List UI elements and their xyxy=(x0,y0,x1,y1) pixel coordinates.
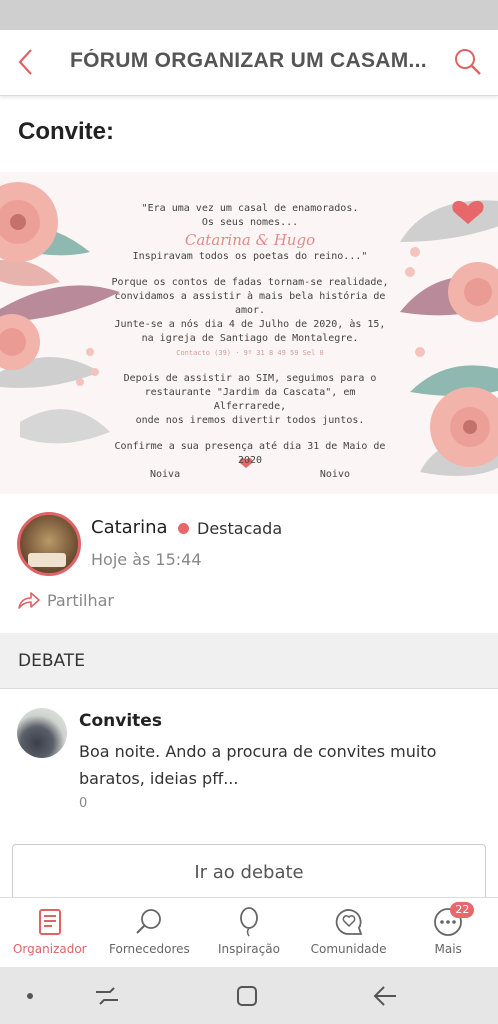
search-icon xyxy=(136,909,162,934)
balloon-icon xyxy=(240,907,258,937)
tab-comunidade[interactable]: Comunidade xyxy=(299,898,399,967)
notebook-icon xyxy=(38,909,61,935)
back-arrow-icon[interactable] xyxy=(370,981,400,1011)
debate-title[interactable]: Convites xyxy=(79,711,162,731)
heart-chat-icon xyxy=(335,909,362,935)
invite-line: onde nos iremos divertir todos juntos. xyxy=(135,415,365,426)
tab-label: Organizador xyxy=(12,942,87,956)
tab-label: Inspiração xyxy=(218,942,280,956)
invitation-image[interactable]: "Era uma vez um casal de enamorados. Os … xyxy=(0,172,498,494)
debate-section-title: DEBATE xyxy=(18,651,85,671)
debate-reply-count: 0 xyxy=(79,796,88,811)
invite-groom: Noivo xyxy=(319,469,350,480)
post-time: Hoje às 15:44 xyxy=(91,550,202,569)
debate-item[interactable]: Convites Boa noite. Ando a procura de co… xyxy=(0,690,498,830)
share-button[interactable]: Partilhar xyxy=(17,590,114,610)
debate-excerpt: Boa noite. Ando a procura de convites mu… xyxy=(79,742,437,788)
couple-names: Catarina & Hugo xyxy=(184,231,316,249)
search-button[interactable] xyxy=(450,44,486,80)
badge-label: Destacada xyxy=(197,519,283,538)
recent-apps-icon[interactable] xyxy=(92,981,122,1011)
back-button[interactable] xyxy=(8,44,44,80)
notification-badge: 22 xyxy=(450,902,475,918)
go-to-debate-button[interactable]: Ir ao debate xyxy=(12,844,486,900)
app-header: FÓRUM ORGANIZAR UM CASAM... xyxy=(0,30,498,96)
avatar xyxy=(17,708,67,758)
invite-line: "Era uma vez um casal de enamorados. xyxy=(141,203,359,214)
avatar[interactable] xyxy=(17,512,81,576)
tab-label: Mais xyxy=(434,942,462,956)
invite-line: na igreja de Santiago de Montalegre. xyxy=(141,333,359,344)
badge-dot-icon xyxy=(178,523,189,534)
invite-line: Porque os contos de fadas tornam-se real… xyxy=(111,277,389,288)
tab-mais[interactable]: 22 Mais xyxy=(398,898,498,967)
tab-fornecedores[interactable]: Fornecedores xyxy=(100,898,200,967)
invitation-text: "Era uma vez um casal de enamorados. Os … xyxy=(110,202,390,482)
invite-line: restaurante "Jardim da Cascata", em Alfe… xyxy=(144,387,356,412)
tab-label: Comunidade xyxy=(310,942,387,956)
search-icon xyxy=(455,49,481,75)
bottom-tab-bar: Organizador Fornecedores Inspiração Comu… xyxy=(0,897,498,967)
status-bar xyxy=(0,0,498,30)
invite-line: convidamos a assistir à mais bela histór… xyxy=(114,291,386,302)
tab-label: Fornecedores xyxy=(109,942,190,956)
share-label: Partilhar xyxy=(47,590,114,610)
page-title: FÓRUM ORGANIZAR UM CASAM... xyxy=(70,49,427,72)
home-icon[interactable] xyxy=(232,981,262,1011)
system-nav-bar xyxy=(0,967,498,1024)
author-name[interactable]: Catarina xyxy=(91,517,168,538)
status-badge: Destacada xyxy=(178,519,282,538)
post-author: Catarina Destacada Hoje às 15:44 xyxy=(0,508,498,588)
share-arrow-icon xyxy=(18,592,40,609)
tab-organizador[interactable]: Organizador xyxy=(0,898,100,967)
invite-line: amor. xyxy=(234,305,266,316)
chevron-left-icon xyxy=(18,49,32,75)
debate-section-header: DEBATE xyxy=(0,633,498,689)
section-title: Convite: xyxy=(18,118,114,145)
invite-line: Depois de assistir ao SIM, seguimos para… xyxy=(123,373,377,384)
tab-inspiracao[interactable]: Inspiração xyxy=(199,898,299,967)
invite-line: Junte-se a nós dia 4 de Julho de 2020, à… xyxy=(114,319,386,330)
invite-bride: Noiva xyxy=(150,469,181,480)
nav-dot-icon[interactable] xyxy=(15,981,45,1011)
invite-confirm: Confirme a sua presença até dia 31 de Ma… xyxy=(114,441,386,466)
invite-line: Os seus nomes... xyxy=(201,217,299,228)
invite-line: Contacto (39) · 9º 31 8 49 59 Sel 0 xyxy=(176,349,324,357)
invite-line: Inspiravam todos os poetas do reino..." xyxy=(132,251,368,262)
